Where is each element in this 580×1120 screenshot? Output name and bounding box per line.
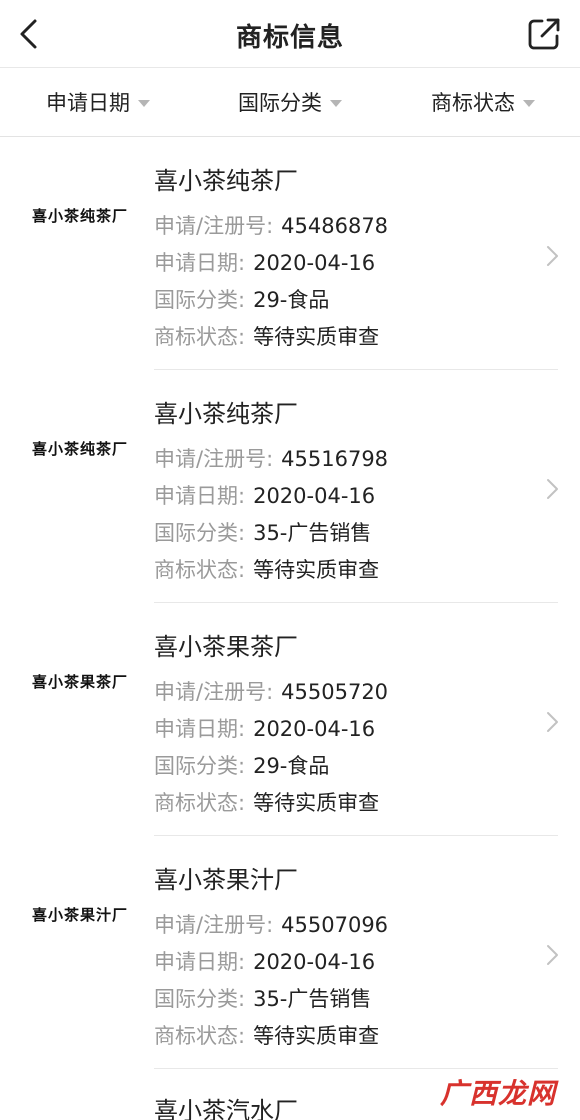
trademark-list-item[interactable]: 喜小茶果茶厂 喜小茶果茶厂 申请/注册号: 45505720 申请日期: 2020-… <box>0 603 580 836</box>
intl-class-value: 29-食品 <box>253 754 330 778</box>
filter-label: 商标状态 <box>431 91 515 115</box>
status-row: 商标状态: 等待实质审查 <box>154 321 379 351</box>
status-value: 等待实质审查 <box>253 558 380 582</box>
page-title: 商标信息 <box>235 23 344 53</box>
chevron-right-icon <box>544 244 560 268</box>
trademark-logo: 喜小茶果汁厂 <box>32 906 129 924</box>
apply-date-row: 申请日期: 2020-04-16 <box>154 480 375 510</box>
apply-date-value: 2020-04-16 <box>253 484 376 508</box>
filter-bar: 申请日期 国际分类 商标状态 <box>0 68 580 137</box>
trademark-logo: 喜小茶纯茶厂 <box>32 440 129 458</box>
status-row: 商标状态: 等待实质审查 <box>154 1020 379 1050</box>
apply-date-label: 申请日期: <box>154 251 246 275</box>
status-label: 商标状态: <box>154 1024 246 1048</box>
reg-no-value: 45486878 <box>281 214 389 238</box>
apply-date-row: 申请日期: 2020-04-16 <box>154 946 375 976</box>
trademark-list-item[interactable]: 喜小茶果汁厂 喜小茶果汁厂 申请/注册号: 45507096 申请日期: 2020-… <box>0 836 580 1069</box>
trademark-name: 喜小茶汽水厂 <box>154 1097 298 1120</box>
reg-no-label: 申请/注册号: <box>154 447 274 471</box>
trademark-list-item[interactable]: 喜小茶纯茶厂 喜小茶纯茶厂 申请/注册号: 45516798 申请日期: 2020-… <box>0 370 580 603</box>
share-external-icon <box>528 18 560 50</box>
intl-class-row: 国际分类: 29-食品 <box>154 750 329 780</box>
reg-no-value: 45505720 <box>281 680 389 704</box>
intl-class-value: 35-广告销售 <box>253 987 372 1011</box>
chevron-right-icon <box>544 710 560 734</box>
reg-no-label: 申请/注册号: <box>154 680 274 704</box>
apply-date-row: 申请日期: 2020-04-16 <box>154 247 375 277</box>
status-value: 等待实质审查 <box>253 791 380 815</box>
status-value: 等待实质审查 <box>253 325 380 349</box>
trademark-name: 喜小茶纯茶厂 <box>154 167 298 195</box>
caret-down-icon <box>330 99 342 107</box>
watermark: 广西龙网 <box>440 1077 557 1110</box>
reg-no-value: 45516798 <box>281 447 389 471</box>
filter-status[interactable]: 商标状态 <box>431 68 535 136</box>
reg-no-value: 45507096 <box>281 913 389 937</box>
reg-no-row: 申请/注册号: 45486878 <box>154 210 388 240</box>
apply-date-label: 申请日期: <box>154 484 246 508</box>
status-row: 商标状态: 等待实质审查 <box>154 787 379 817</box>
intl-class-label: 国际分类: <box>154 288 246 312</box>
status-label: 商标状态: <box>154 791 246 815</box>
trademark-logo: 喜小茶纯茶厂 <box>32 207 129 225</box>
header-bar: 商标信息 <box>0 0 580 68</box>
apply-date-value: 2020-04-16 <box>253 717 376 741</box>
trademark-list: 喜小茶纯茶厂 喜小茶纯茶厂 申请/注册号: 45486878 申请日期: 2020-… <box>0 137 580 1120</box>
filter-label: 国际分类 <box>238 91 322 115</box>
filter-label: 申请日期 <box>46 91 130 115</box>
intl-class-row: 国际分类: 35-广告销售 <box>154 517 371 547</box>
reg-no-row: 申请/注册号: 45516798 <box>154 443 388 473</box>
intl-class-label: 国际分类: <box>154 521 246 545</box>
apply-date-label: 申请日期: <box>154 950 246 974</box>
filter-intl-class[interactable]: 国际分类 <box>238 68 342 136</box>
status-label: 商标状态: <box>154 558 246 582</box>
reg-no-row: 申请/注册号: 45505720 <box>154 676 388 706</box>
trademark-name: 喜小茶纯茶厂 <box>154 400 298 428</box>
trademark-name: 喜小茶果汁厂 <box>154 866 298 894</box>
caret-down-icon <box>523 99 535 107</box>
caret-down-icon <box>138 99 150 107</box>
status-row: 商标状态: 等待实质审查 <box>154 554 379 584</box>
intl-class-value: 29-食品 <box>253 288 330 312</box>
share-button[interactable] <box>526 16 562 52</box>
reg-no-label: 申请/注册号: <box>154 913 274 937</box>
chevron-right-icon <box>544 477 560 501</box>
apply-date-row: 申请日期: 2020-04-16 <box>154 713 375 743</box>
chevron-right-icon <box>544 943 560 967</box>
apply-date-value: 2020-04-16 <box>253 950 376 974</box>
trademark-list-item[interactable]: 喜小茶纯茶厂 喜小茶纯茶厂 申请/注册号: 45486878 申请日期: 2020-… <box>0 137 580 370</box>
intl-class-value: 35-广告销售 <box>253 521 372 545</box>
intl-class-row: 国际分类: 29-食品 <box>154 284 329 314</box>
intl-class-row: 国际分类: 35-广告销售 <box>154 983 371 1013</box>
trademark-logo: 喜小茶果茶厂 <box>32 673 129 691</box>
intl-class-label: 国际分类: <box>154 754 246 778</box>
status-label: 商标状态: <box>154 325 246 349</box>
reg-no-row: 申请/注册号: 45507096 <box>154 909 388 939</box>
apply-date-label: 申请日期: <box>154 717 246 741</box>
reg-no-label: 申请/注册号: <box>154 214 274 238</box>
filter-apply-date[interactable]: 申请日期 <box>46 68 150 136</box>
intl-class-label: 国际分类: <box>154 987 246 1011</box>
status-value: 等待实质审查 <box>253 1024 380 1048</box>
trademark-name: 喜小茶果茶厂 <box>154 633 298 661</box>
trademark-info-page: 商标信息 申请日期 国际分类 商标状态 喜小茶纯茶厂 喜小茶纯茶厂 申请/注册号… <box>0 0 580 1120</box>
apply-date-value: 2020-04-16 <box>253 251 376 275</box>
